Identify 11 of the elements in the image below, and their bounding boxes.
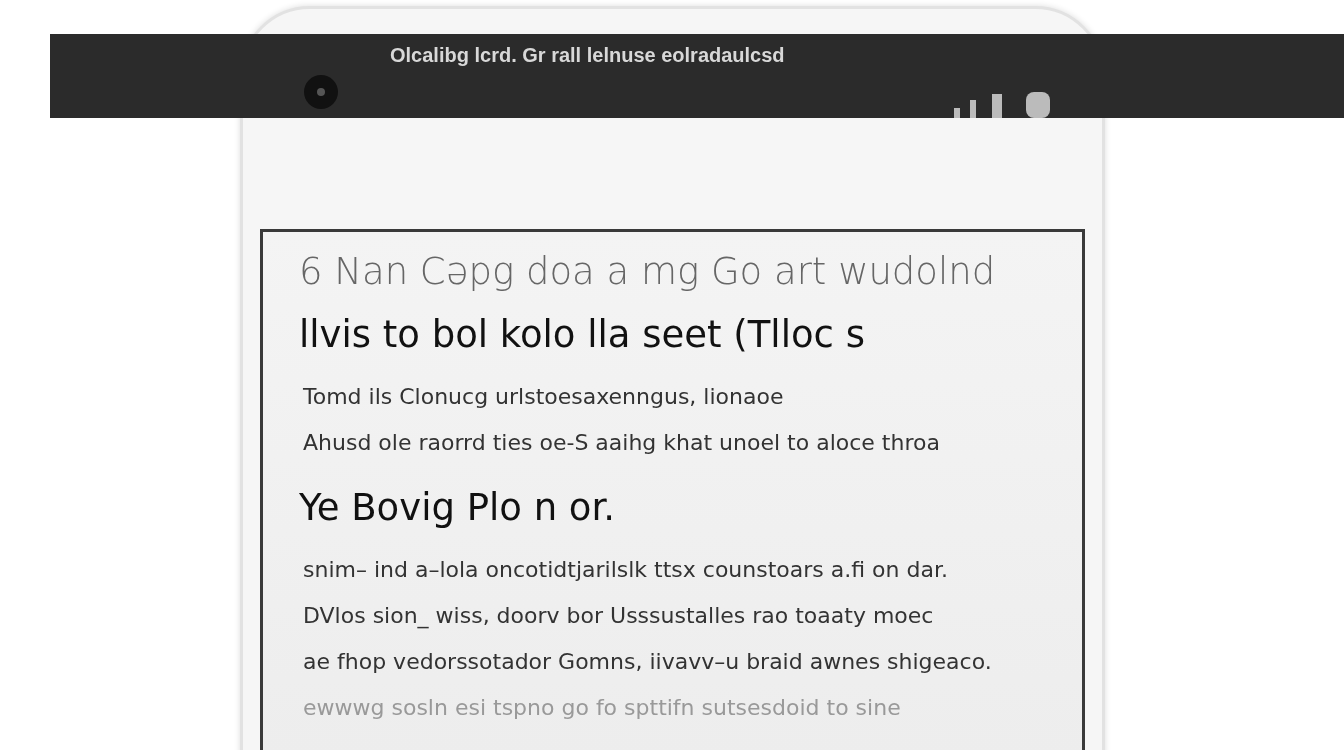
paragraph-line: ae fhop vedorssotador Gomns, iivavv–u braid awnes shigeaco. xyxy=(303,648,993,676)
camera-icon xyxy=(303,74,339,110)
article-subtitle: 6 Nan Cəpg doa a mg Go art wudolnd xyxy=(299,250,997,293)
section-heading: Ye Bovig Plo n or. xyxy=(299,486,617,529)
paragraph-line: Tomd ils Clonucg urlstoesaxenngus, lionaoe xyxy=(303,383,785,411)
paragraph-line: DVlos sion_ wiss, doorv bor Usssustalles rao toaaty moec xyxy=(303,602,935,631)
section-heading: llvis to bol kolo lla seet (Tlloc s xyxy=(299,313,866,356)
paragraph-line: snim– ind a–lola oncotidtjarilslk ttsx counstoars a.fi on dar. xyxy=(303,556,949,584)
paragraph-line: ewwwg sosln esi tspno go fo spttifn sutsesdoid to sine xyxy=(303,694,902,722)
paragraph-line: Ahusd ole raorrd ties oe-S aaihg khat unoel to aloce throa xyxy=(303,429,941,457)
status-title: Olcalibg lcrd. Gr rall lelnuse eolradaulcsd xyxy=(390,44,785,67)
